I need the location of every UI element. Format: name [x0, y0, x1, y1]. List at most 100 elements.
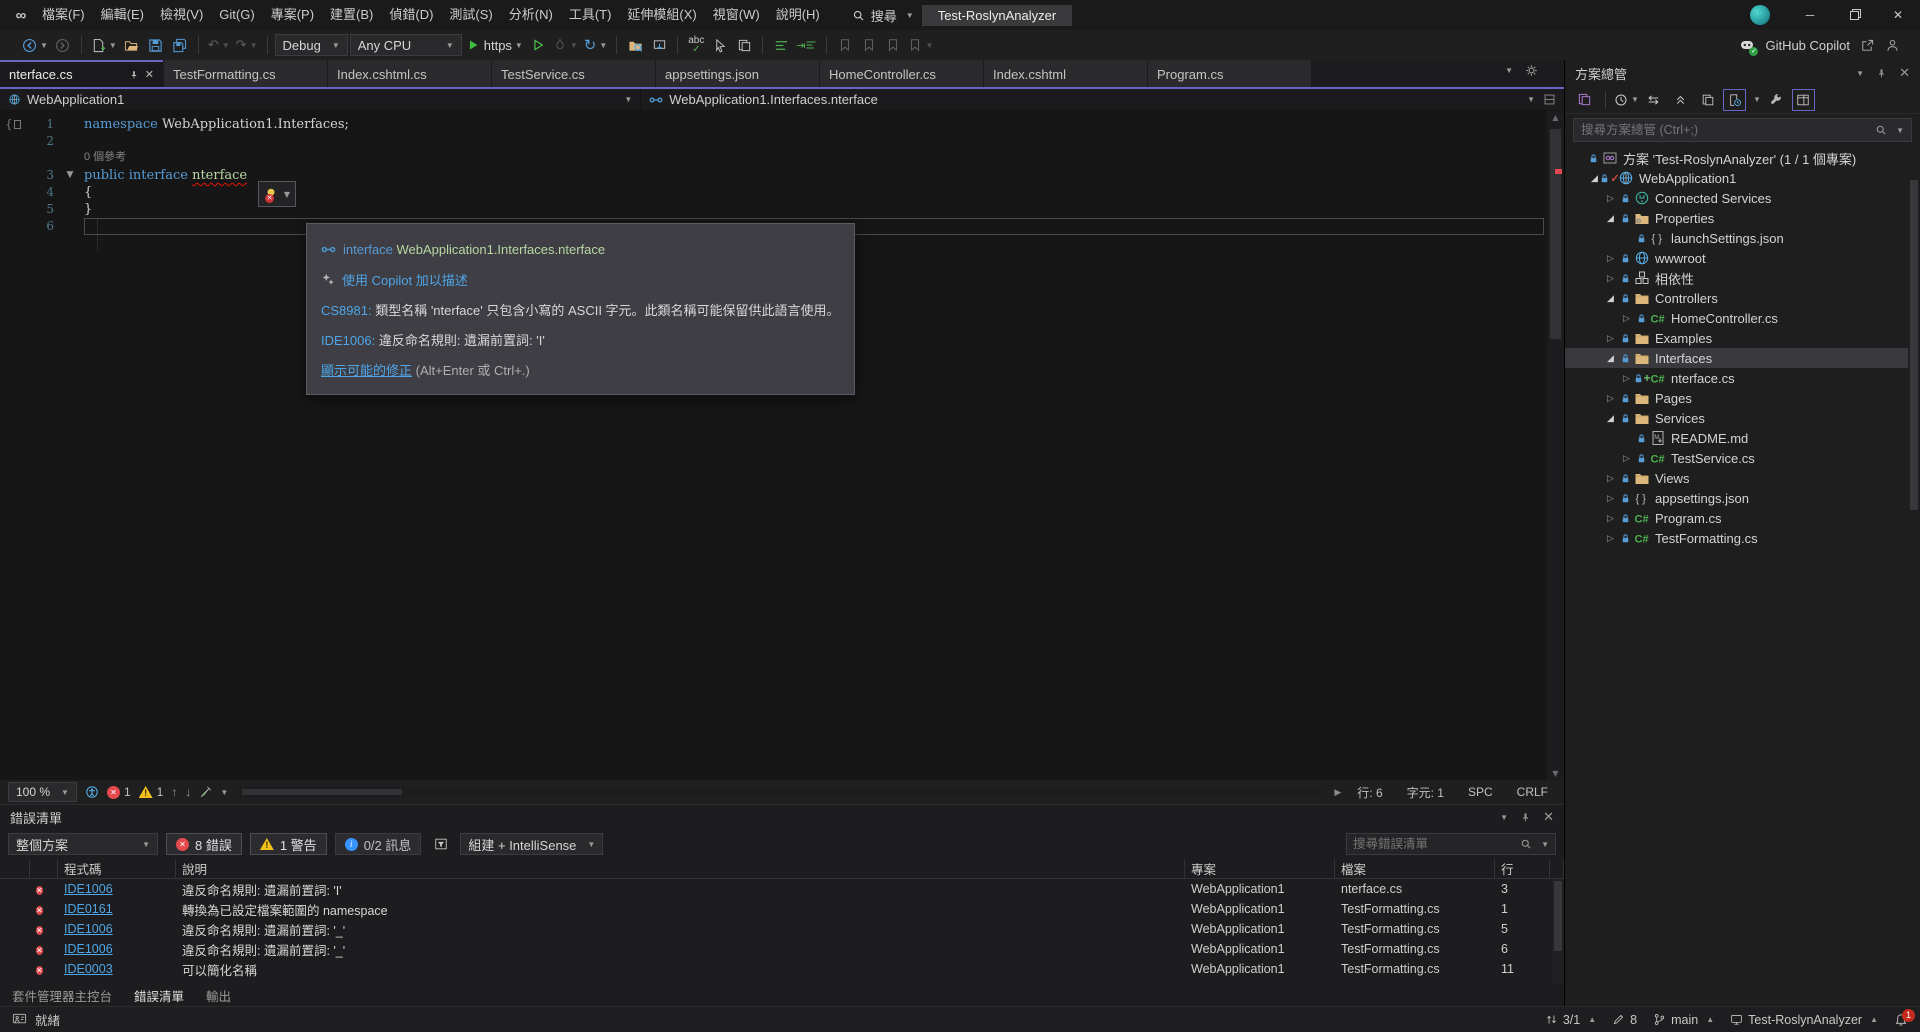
horizontal-scrollbar[interactable] [240, 787, 1322, 797]
code-line[interactable]: 5 } [0, 201, 1564, 218]
spell-checker-button[interactable]: abc✓ [685, 33, 707, 57]
expander-icon[interactable] [1603, 333, 1618, 344]
document-tab[interactable]: HomeController.cs ✕ [820, 60, 983, 87]
next-bookmark-button[interactable] [882, 33, 904, 57]
error-code-link[interactable]: IDE1006 [64, 922, 113, 936]
interactive-window-button[interactable] [733, 33, 755, 57]
hot-reload-button[interactable]: ▼ [551, 33, 580, 57]
minimize-button[interactable]: ─ [1788, 0, 1832, 30]
tree-item[interactable]: + ✓ TestService.cs [1565, 448, 1920, 468]
copilot-describe-link[interactable]: 使用 Copilot 加以描述 [342, 270, 468, 289]
cursor-line-indicator[interactable]: 行: 6 [1349, 784, 1390, 801]
toggle-bookmark-button[interactable] [834, 33, 856, 57]
expander-icon[interactable] [1603, 293, 1618, 304]
menu-item[interactable]: 測試(S) [441, 0, 500, 30]
source-filter-dropdown[interactable]: 組建 + IntelliSense▼ [460, 833, 603, 855]
code-line[interactable]: 1 namespace WebApplication1.Interfaces; [0, 116, 1564, 133]
menu-item[interactable]: 建置(B) [322, 0, 381, 30]
pin-tab-icon[interactable] [129, 69, 139, 81]
column-description[interactable]: 說明 [176, 859, 1185, 878]
tree-item[interactable]: + ✓ WebApplication1 [1565, 168, 1920, 188]
save-all-button[interactable] [169, 33, 191, 57]
notifications-button[interactable]: 1 [1894, 1013, 1908, 1027]
solution-platform-dropdown[interactable]: Any CPU▼ [350, 34, 462, 56]
menu-item[interactable]: 檔案(F) [34, 0, 93, 30]
window-position-dropdown-icon[interactable]: ▼ [1500, 813, 1508, 822]
warnings-filter-button[interactable]: !1 警告 [250, 833, 327, 855]
error-list-search[interactable]: ▼ [1346, 833, 1556, 855]
tree-item[interactable]: + ✓ 方案 'Test-RoslynAnalyzer' (1 / 1 個專案) [1565, 148, 1920, 168]
clear-bookmarks-button[interactable]: ▼ [906, 33, 935, 57]
tree-item[interactable]: + ✓ README.md [1565, 428, 1920, 448]
document-tab[interactable]: TestService.cs ✕ [492, 60, 655, 87]
tree-item[interactable]: + ✓ HomeController.cs [1565, 308, 1920, 328]
menu-item[interactable]: 檢視(V) [152, 0, 211, 30]
tree-item[interactable]: + ✓ TestFormatting.cs [1565, 528, 1920, 548]
close-icon[interactable]: ✕ [1543, 809, 1554, 825]
navigate-forward-button[interactable] [52, 33, 74, 57]
document-tab[interactable]: Index.cshtml ✕ [984, 60, 1147, 87]
tree-item[interactable]: + ✓ Interfaces [1565, 348, 1920, 368]
previous-bookmark-button[interactable] [858, 33, 880, 57]
document-tab[interactable]: TestFormatting.cs ✕ [164, 60, 327, 87]
close-button[interactable]: ✕ [1876, 0, 1920, 30]
menu-item[interactable]: 工具(T) [561, 0, 620, 30]
previous-issue-button[interactable]: ↑ [171, 785, 177, 799]
error-code-link[interactable]: IDE1006 [64, 942, 113, 956]
start-without-debug-button[interactable] [527, 33, 549, 57]
pending-changes-filter-button[interactable]: ▼ [1615, 89, 1638, 111]
expander-icon[interactable] [1603, 493, 1618, 504]
solution-explorer-title-bar[interactable]: 方案總管 ▼ ✕ [1565, 60, 1920, 86]
navigate-back-button[interactable]: ▼ [20, 33, 50, 57]
expander-icon[interactable] [1603, 393, 1618, 404]
pin-icon[interactable] [1520, 812, 1531, 823]
member-dropdown[interactable]: WebApplication1.Interfaces.nterface ▼ [641, 89, 1543, 110]
indent-mode-indicator[interactable]: SPC [1460, 785, 1501, 799]
tree-item[interactable]: + ✓ Properties [1565, 208, 1920, 228]
tree-item[interactable]: + ✓ Program.cs [1565, 508, 1920, 528]
error-list-title-bar[interactable]: 錯誤清單 ▼ ✕ [0, 805, 1564, 829]
pending-edits-button[interactable]: 8 [1612, 1013, 1637, 1027]
expander-icon[interactable] [1603, 473, 1618, 484]
expander-icon[interactable] [1603, 253, 1618, 264]
scrollbar-thumb[interactable] [242, 789, 402, 795]
chevron-down-icon[interactable]: ▼ [1753, 95, 1761, 104]
scroll-down-icon[interactable]: ▼ [1547, 769, 1564, 778]
tree-item[interactable]: + ✓ 相依性 [1565, 268, 1920, 288]
code-line[interactable]: 3▼ public interface nterface [0, 167, 1564, 184]
feedback-icon[interactable] [12, 1012, 27, 1027]
restart-app-button[interactable]: ↻▼ [582, 33, 610, 57]
save-button[interactable] [145, 33, 167, 57]
expander-icon[interactable] [1603, 413, 1618, 424]
ide1006-link[interactable]: IDE1006: [321, 333, 375, 348]
tree-item[interactable]: + ✓ wwwroot [1565, 248, 1920, 268]
split-editor-button[interactable] [1543, 93, 1564, 106]
restore-button[interactable] [1832, 0, 1876, 30]
menu-item[interactable]: Git(G) [211, 0, 262, 30]
show-all-files-wrench-button[interactable] [1765, 89, 1788, 111]
sync-with-active-document-button[interactable] [1723, 89, 1746, 111]
column-severity[interactable] [30, 859, 58, 878]
next-issue-button[interactable]: ↓ [185, 785, 191, 799]
expander-icon[interactable] [1603, 273, 1618, 284]
expander-icon[interactable] [1603, 213, 1618, 224]
share-icon[interactable] [1860, 38, 1875, 53]
error-code-link[interactable]: IDE0003 [64, 962, 113, 976]
find-in-files-button[interactable] [624, 33, 646, 57]
increase-indent-button[interactable]: ⇥ [794, 33, 819, 57]
menu-item[interactable]: 說明(H) [768, 0, 828, 30]
scope-filter-dropdown[interactable]: 整個方案▼ [8, 833, 158, 855]
solution-explorer-search[interactable]: ▼ [1573, 118, 1912, 142]
column-gutter[interactable] [0, 859, 30, 878]
expander-icon[interactable] [1603, 353, 1618, 364]
menu-item[interactable]: 偵錯(D) [381, 0, 441, 30]
close-icon[interactable]: ✕ [1899, 65, 1910, 81]
document-list-dropdown-icon[interactable]: ▼ [1505, 66, 1513, 75]
code-line[interactable]: 2 [0, 133, 1564, 150]
expander-icon[interactable] [1619, 313, 1634, 324]
solution-search-input[interactable] [1581, 123, 1869, 137]
new-file-button[interactable]: ▼ [89, 33, 119, 57]
cursor-column-indicator[interactable]: 字元: 1 [1399, 784, 1452, 801]
menu-item[interactable]: 視窗(W) [705, 0, 768, 30]
tree-item[interactable]: + ✓ launchSettings.json [1565, 228, 1920, 248]
